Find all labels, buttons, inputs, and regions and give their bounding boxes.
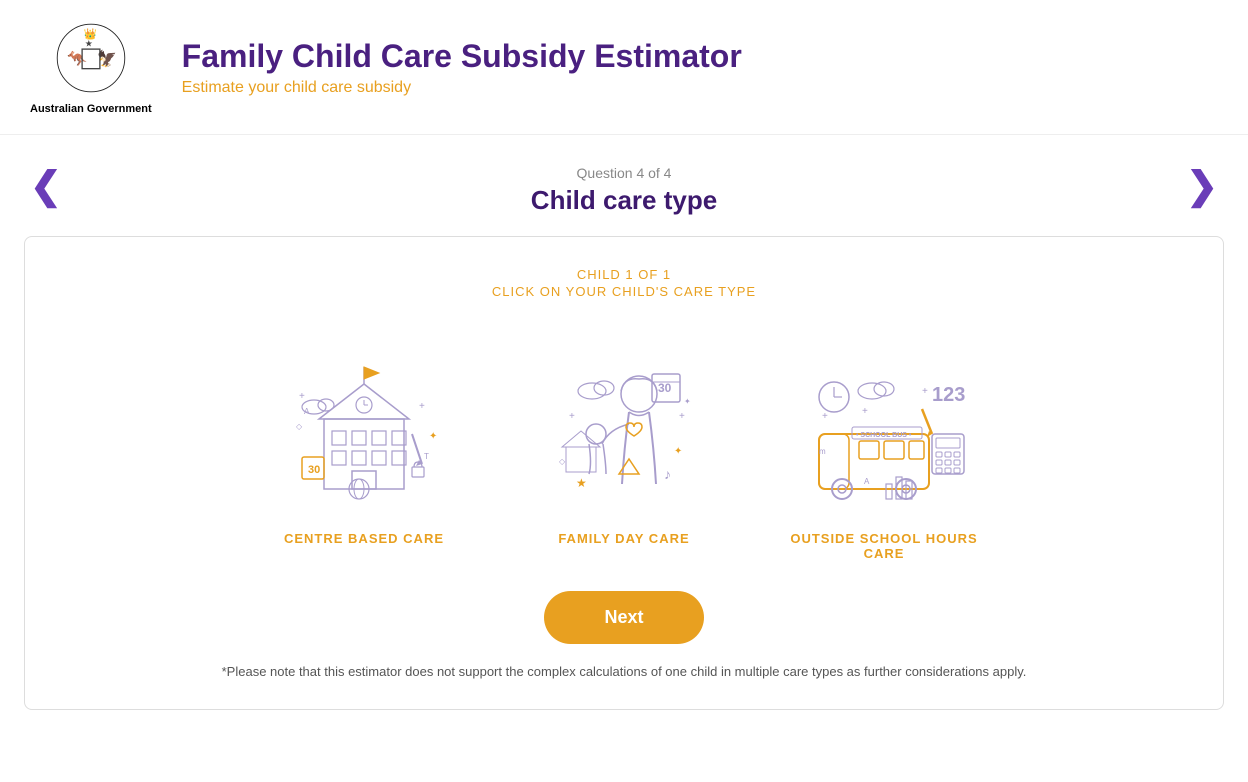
- coat-of-arms-icon: 🦘 🦅 ★ 👑: [51, 18, 131, 98]
- next-button[interactable]: Next: [544, 591, 703, 644]
- next-arrow-button[interactable]: ❯: [1176, 163, 1228, 208]
- subtitle-highlight: child: [284, 79, 317, 96]
- svg-text:✦: ✦: [674, 446, 682, 457]
- svg-text:◇: ◇: [559, 457, 566, 466]
- next-button-area: Next: [65, 591, 1183, 644]
- svg-text:m: m: [819, 447, 826, 456]
- child-count: CHILD 1 OF 1: [65, 267, 1183, 282]
- logo-text: Australian Government: [30, 102, 152, 116]
- svg-text:T: T: [424, 452, 429, 461]
- header-title-area: Family Child Care Subsidy Estimator Esti…: [182, 37, 742, 97]
- logo-area: 🦘 🦅 ★ 👑 Australian Government: [30, 18, 152, 116]
- centre-based-care-option[interactable]: 30 + + ✦ ◇ A T: [254, 319, 474, 561]
- svg-text:+: +: [419, 401, 425, 412]
- question-counter: Question 4 of 4: [577, 165, 672, 181]
- question-area: ❮ Question 4 of 4 Child care type ❯: [0, 135, 1248, 236]
- child-count-text: CHILD 1 OF 1: [577, 267, 671, 282]
- care-options: 30 + + ✦ ◇ A T: [65, 319, 1183, 561]
- app-title: Family Child Care Subsidy Estimator: [182, 37, 742, 75]
- header: 🦘 🦅 ★ 👑 Australian Government Family Chi…: [0, 0, 1248, 135]
- outside-school-hours-care-label: OUTSIDE SCHOOL HOURS CARE: [774, 531, 994, 561]
- svg-text:👑: 👑: [84, 28, 97, 41]
- family-day-care-label: FAMILY DAY CARE: [558, 531, 689, 546]
- main-card: CHILD 1 OF 1 CLICK ON YOUR CHILD'S CARE …: [24, 236, 1224, 710]
- svg-text:• SCHOOL BUS •: • SCHOOL BUS •: [856, 432, 912, 439]
- svg-text:30: 30: [308, 464, 320, 476]
- svg-text:+: +: [922, 386, 928, 397]
- subtitle-pre: Estimate your: [182, 79, 284, 96]
- outside-school-hours-care-icon: • SCHOOL BUS • 123: [784, 319, 984, 519]
- svg-text:★: ★: [576, 476, 587, 490]
- svg-text:+: +: [862, 406, 868, 417]
- instruction-post: CARE TYPE: [669, 284, 756, 299]
- centre-based-care-label: CENTRE BASED CARE: [284, 531, 444, 546]
- instruction-highlight: CHILD'S: [612, 284, 669, 299]
- outside-school-hours-care-option[interactable]: • SCHOOL BUS • 123: [774, 319, 994, 561]
- instruction-pre: CLICK ON YOUR: [492, 284, 612, 299]
- svg-text:+: +: [679, 411, 685, 422]
- svg-text:30: 30: [658, 381, 672, 395]
- svg-text:+: +: [569, 411, 575, 422]
- svg-text:A: A: [864, 477, 870, 486]
- child-info: CHILD 1 OF 1 CLICK ON YOUR CHILD'S CARE …: [65, 267, 1183, 299]
- svg-text:✦: ✦: [684, 397, 691, 406]
- svg-text:+: +: [299, 391, 305, 402]
- svg-text:◇: ◇: [296, 422, 303, 431]
- disclaimer-note: *Please note that this estimator does no…: [65, 664, 1183, 679]
- instruction-text: CLICK ON YOUR CHILD'S CARE TYPE: [65, 284, 1183, 299]
- svg-text:✦: ✦: [429, 431, 437, 442]
- subtitle-post: care subsidy: [317, 79, 411, 96]
- question-title: Child care type: [531, 185, 717, 216]
- prev-arrow-button[interactable]: ❮: [20, 163, 72, 208]
- app-subtitle: Estimate your child care subsidy: [182, 79, 742, 97]
- svg-text:♪: ♪: [664, 466, 671, 482]
- centre-based-care-icon: 30 + + ✦ ◇ A T: [264, 319, 464, 519]
- svg-text:🦘: 🦘: [67, 50, 87, 68]
- family-day-care-option[interactable]: 30 + + ✦ ◇ ♪ ★ ✦ FAMILY: [514, 319, 734, 561]
- svg-text:+: +: [822, 411, 828, 422]
- family-day-care-icon: 30 + + ✦ ◇ ♪ ★ ✦: [524, 319, 724, 519]
- svg-text:123: 123: [932, 384, 965, 406]
